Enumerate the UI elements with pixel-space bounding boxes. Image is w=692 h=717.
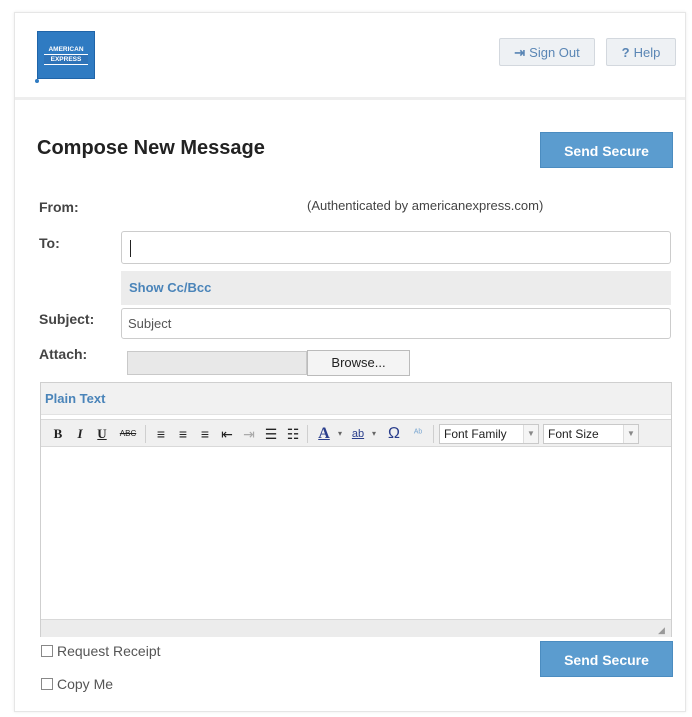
from-value: (Authenticated by americanexpress.com) [307,198,544,213]
compose-window: AMERICAN EXPRESS ⇥ Sign Out ? Help Compose… [14,12,686,712]
indent-icon[interactable]: ⇥ [239,424,259,444]
sign-out-icon: ⇥ [514,45,526,60]
editor-toolbar: B I U ABC ≡ ≡ ≡ ⇤ ⇥ ☰ ☷ A ▾ ab ▾ Ω ᴬᵇ Fo… [41,419,671,447]
chevron-down-icon[interactable]: ▾ [335,424,345,444]
highlight-color-icon[interactable]: ab [347,424,369,444]
chevron-down-icon: ▼ [523,425,538,443]
special-character-icon[interactable]: Ω [383,424,405,444]
request-receipt-label: Request Receipt [57,643,161,659]
subject-label: Subject: [39,311,95,327]
logo-line-express: EXPRESS [44,54,88,65]
to-input[interactable] [121,231,671,264]
copy-me-label: Copy Me [57,676,114,692]
numbered-list-icon[interactable]: ☷ [283,424,303,444]
app-header: AMERICAN EXPRESS ⇥ Sign Out ? Help [15,13,685,100]
show-cc-bcc-link[interactable]: Show Cc/Bcc [121,271,671,305]
font-size-value: Font Size [548,427,599,441]
help-label: Help [633,45,661,60]
tab-plain-text[interactable]: Plain Text [41,383,671,415]
toolbar-separator [145,425,146,443]
bullet-list-icon[interactable]: ☰ [261,424,281,444]
resize-handle-icon[interactable]: ◢ [658,625,668,635]
browse-button[interactable]: Browse... [307,350,410,376]
subject-input[interactable]: Subject [121,308,671,339]
attach-label: Attach: [39,346,88,362]
align-center-icon[interactable]: ≡ [173,424,193,444]
amex-logo: AMERICAN EXPRESS [37,31,95,79]
from-label: From: [39,199,79,215]
spellcheck-icon[interactable]: ᴬᵇ [407,424,429,444]
toolbar-separator [307,425,308,443]
italic-button[interactable]: I [71,424,89,444]
sign-out-label: Sign Out [529,45,580,60]
copy-me-option[interactable]: Copy Me [41,676,113,692]
send-secure-button-top[interactable]: Send Secure [540,132,673,168]
page-title: Compose New Message [37,137,265,159]
underline-button[interactable]: U [93,424,111,444]
chevron-down-icon[interactable]: ▾ [369,424,379,444]
send-secure-button-bottom[interactable]: Send Secure [540,641,673,677]
text-caret [130,240,131,257]
attach-file-field[interactable] [127,351,307,375]
copy-me-checkbox[interactable] [41,678,53,690]
font-color-icon[interactable]: A [313,424,335,444]
message-editor: Plain Text B I U ABC ≡ ≡ ≡ ⇤ ⇥ ☰ ☷ A ▾ a… [40,382,672,637]
help-icon: ? [621,45,630,60]
toolbar-separator [433,425,434,443]
logo-registered-dot [35,79,39,83]
align-left-icon[interactable]: ≡ [151,424,171,444]
align-right-icon[interactable]: ≡ [195,424,215,444]
chevron-down-icon: ▼ [623,425,638,443]
request-receipt-checkbox[interactable] [41,645,53,657]
to-label: To: [39,235,60,251]
sign-out-button[interactable]: ⇥ Sign Out [499,38,595,66]
logo-line-american: AMERICAN [48,46,84,53]
bold-button[interactable]: B [49,424,67,444]
font-family-value: Font Family [444,427,507,441]
request-receipt-option[interactable]: Request Receipt [41,643,161,659]
strikethrough-button[interactable]: ABC [115,424,141,444]
editor-statusbar: ◢ [41,619,671,637]
font-family-select[interactable]: Font Family ▼ [439,424,539,444]
font-size-select[interactable]: Font Size ▼ [543,424,639,444]
message-body-input[interactable] [41,447,671,619]
help-button[interactable]: ? Help [606,38,676,66]
outdent-icon[interactable]: ⇤ [217,424,237,444]
